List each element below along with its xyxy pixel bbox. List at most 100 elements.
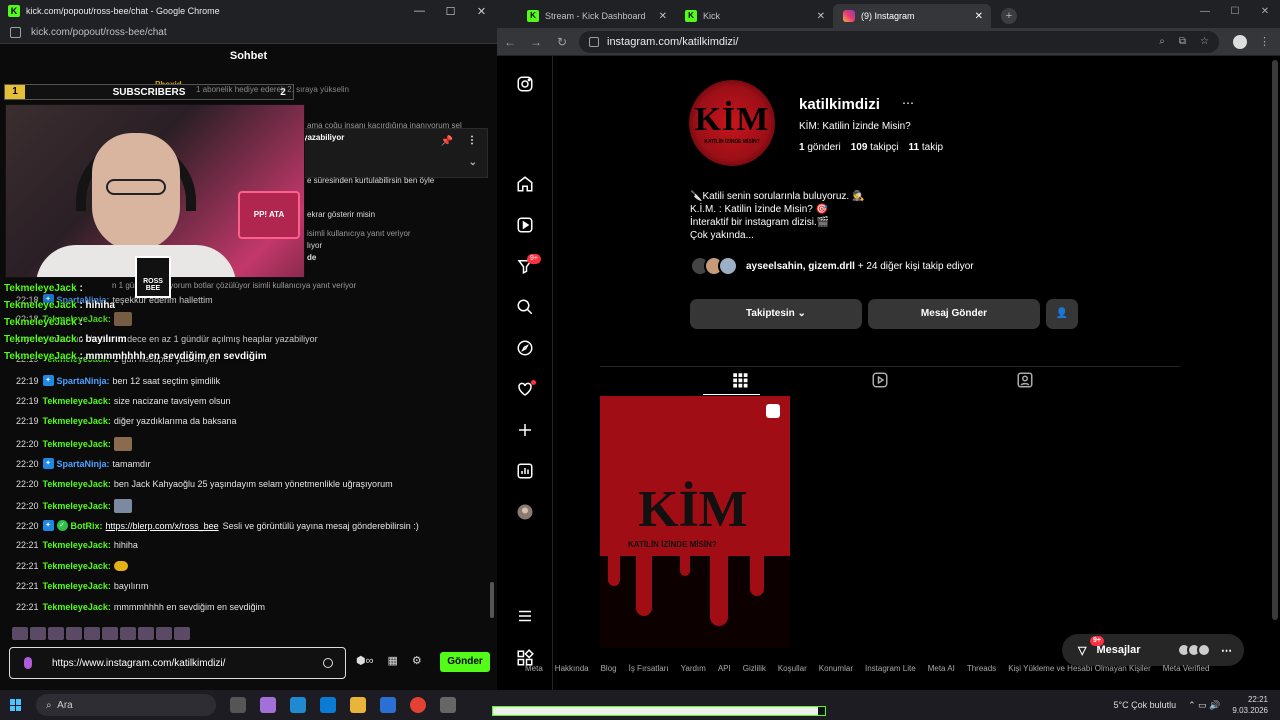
settings-icon[interactable]: ⚙ (412, 654, 422, 667)
suggest-user-icon[interactable]: 👤 (1046, 299, 1078, 329)
start-icon[interactable] (10, 699, 22, 711)
site-info-icon[interactable] (10, 27, 21, 38)
messages-button[interactable]: ▽ 9+ Mesajlar ⋯ (1062, 634, 1244, 666)
footer-link[interactable]: Yardım (681, 664, 706, 673)
tray-icons[interactable]: ⌃ ▭ 🔊 (1188, 700, 1220, 711)
pinned-message[interactable]: yazabiliyor 📌 ⋮ ⌄ (296, 128, 488, 178)
emoji-icon[interactable] (323, 658, 333, 668)
emote-icon[interactable] (12, 627, 28, 640)
footer-link[interactable]: Meta AI (928, 664, 955, 673)
footer-link[interactable]: Gizlilik (743, 664, 766, 673)
compass-icon[interactable] (516, 339, 534, 357)
stat-followers[interactable]: 109 takipçi (851, 142, 899, 153)
footer-link[interactable]: Meta (525, 664, 543, 673)
left-url-bar[interactable]: kick.com/popout/ross-bee/chat (0, 22, 497, 44)
message-username[interactable]: TekmeleyeJack: (43, 479, 111, 489)
footer-link[interactable]: Instagram Lite (865, 664, 916, 673)
file-explorer-icon[interactable] (350, 697, 366, 713)
task-view-icon[interactable] (230, 697, 246, 713)
grid-icon[interactable] (731, 371, 749, 389)
edge-icon[interactable] (290, 697, 306, 713)
stat-posts[interactable]: 1 gönderi (799, 142, 841, 153)
search-icon[interactable] (516, 298, 534, 316)
send-button[interactable]: Gönder (440, 652, 490, 672)
address-bar[interactable]: instagram.com/katilkimdizi/ ⌕ ⧉ ☆ (579, 30, 1219, 53)
options-icon[interactable]: ⋯ (902, 96, 914, 110)
more-menu-icon[interactable] (516, 607, 534, 625)
maximize-button[interactable]: ☐ (435, 5, 466, 18)
emote-icon[interactable] (84, 627, 100, 640)
chat-scrollbar[interactable] (490, 582, 494, 618)
close-tab-icon[interactable]: ✕ (817, 11, 825, 22)
emote-icon[interactable] (120, 627, 136, 640)
close-button[interactable]: ✕ (1250, 6, 1280, 17)
create-icon[interactable] (516, 421, 534, 439)
taskbar-search[interactable]: ⌕ Ara (36, 694, 216, 716)
emote-row[interactable] (12, 627, 190, 641)
app-icon[interactable] (440, 697, 456, 713)
profile-avatar[interactable] (1233, 34, 1247, 49)
store-icon[interactable]: ▦ (387, 654, 397, 667)
emote-icon[interactable] (48, 627, 64, 640)
profile-avatar-icon[interactable] (516, 503, 534, 521)
tagged-icon[interactable] (1016, 371, 1034, 389)
message-username[interactable]: TekmeleyeJack: (43, 501, 111, 511)
message-username[interactable]: TekmeleyeJack: (43, 416, 111, 426)
emote-icon[interactable] (156, 627, 172, 640)
following-button[interactable]: Takiptesin ⌄ (690, 299, 862, 329)
clock[interactable]: 22:21 9.03.2026 (1232, 694, 1268, 716)
close-button[interactable]: ✕ (466, 5, 497, 18)
footer-link[interactable]: Blog (601, 664, 617, 673)
more-icon[interactable]: ⋮ (467, 135, 477, 146)
post-thumbnail[interactable]: KİM KATİLİN İZİNDE MİSİN? (600, 396, 790, 648)
close-tab-icon[interactable]: ✕ (659, 11, 667, 22)
footer-link[interactable]: Konumlar (819, 664, 853, 673)
minimize-button[interactable]: — (404, 5, 435, 18)
more-icon[interactable]: ⋯ (1221, 644, 1232, 657)
stat-following[interactable]: 11 takip (909, 142, 943, 153)
emote-icon[interactable] (138, 627, 154, 640)
chrome-icon[interactable] (410, 697, 426, 713)
message-username[interactable]: TekmeleyeJack: (43, 581, 111, 591)
message-username[interactable]: TekmeleyeJack: (43, 439, 111, 449)
chat-input[interactable]: https://www.instagram.com/katilkimdizi/ (9, 647, 346, 679)
mic-icon[interactable] (24, 657, 32, 669)
profile-picture[interactable]: KİM KATİLİN İZİNDE MİSİN? (689, 80, 775, 166)
send-message-button[interactable]: Mesaj Gönder (868, 299, 1040, 329)
outlook-icon[interactable] (380, 697, 396, 713)
chevron-down-icon[interactable]: ⌄ (469, 157, 477, 168)
back-icon[interactable]: ← (497, 35, 523, 49)
address-text[interactable]: instagram.com/katilkimdizi/ (607, 36, 738, 48)
tab-kick[interactable]: K Kick ✕ (675, 4, 833, 28)
zoom-icon[interactable]: ⌕ (1159, 36, 1165, 47)
emote-icon[interactable] (66, 627, 82, 640)
footer-link[interactable]: Hakkında (555, 664, 589, 673)
page-scrollbar[interactable] (1272, 60, 1278, 620)
footer-link[interactable]: Koşullar (778, 664, 807, 673)
menu-icon[interactable]: ⋮ (1259, 35, 1270, 48)
bookmark-icon[interactable]: ☆ (1200, 36, 1209, 47)
close-tab-icon[interactable]: ✕ (975, 11, 983, 22)
minimize-button[interactable]: — (1190, 6, 1220, 17)
store-icon[interactable] (320, 697, 336, 713)
chat-input-value[interactable]: https://www.instagram.com/katilkimdizi/ (52, 658, 323, 669)
message-username[interactable]: TekmeleyeJack: (43, 561, 111, 571)
home-icon[interactable] (516, 175, 534, 193)
footer-link[interactable]: Meta Verified (1163, 664, 1210, 673)
message-username[interactable]: TekmeleyeJack: (43, 396, 111, 406)
instagram-logo-icon[interactable] (516, 75, 534, 93)
followed-by[interactable]: ayseelsahin, gizem.drll + 24 diğer kişi … (690, 256, 974, 276)
footer-link[interactable]: Threads (967, 664, 996, 673)
reload-icon[interactable]: ↻ (549, 35, 575, 49)
message-link[interactable]: https://blerp.com/x/ross_bee (106, 521, 219, 531)
emote-icon[interactable] (174, 627, 190, 640)
tab-kick-dashboard[interactable]: K Stream - Kick Dashboard ✕ (517, 4, 675, 28)
site-info-icon[interactable] (589, 36, 599, 47)
install-icon[interactable]: ⧉ (1179, 36, 1186, 47)
rewards-icon[interactable]: ⬢∞ (356, 654, 373, 667)
dashboard-icon[interactable] (516, 462, 534, 480)
weather-text[interactable]: 5°C Çok bulutlu (1114, 700, 1177, 710)
forward-icon[interactable]: → (523, 35, 549, 49)
message-username[interactable]: BotRix: (71, 521, 103, 531)
copilot-icon[interactable] (260, 697, 276, 713)
